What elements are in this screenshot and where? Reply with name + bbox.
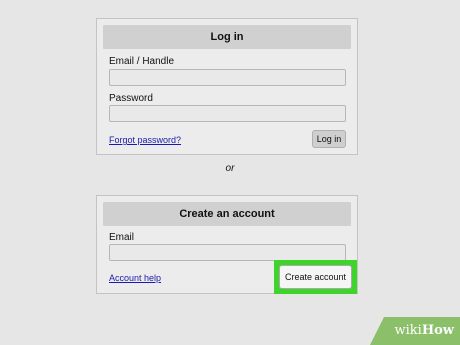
email-handle-input[interactable]	[109, 69, 346, 86]
account-help-link[interactable]: Account help	[109, 272, 161, 284]
wikihow-watermark: wikiHow	[370, 317, 460, 345]
create-account-highlight: Create account	[274, 260, 357, 294]
password-label: Password	[109, 93, 153, 104]
login-panel-title: Log in	[103, 25, 351, 49]
create-account-panel-title: Create an account	[103, 202, 351, 226]
forgot-password-link[interactable]: Forgot password?	[109, 134, 181, 146]
password-input[interactable]	[109, 105, 346, 122]
login-button[interactable]: Log in	[312, 130, 346, 148]
watermark-text: wikiHow	[395, 323, 454, 339]
watermark-wiki-text: wiki	[394, 323, 422, 338]
login-panel: Log in Email / Handle Password Forgot pa…	[96, 18, 358, 155]
create-email-input[interactable]	[109, 244, 346, 261]
watermark-how-text: How	[421, 323, 454, 338]
create-email-label: Email	[109, 232, 135, 243]
create-account-button[interactable]: Create account	[279, 265, 352, 289]
email-handle-label: Email / Handle	[109, 56, 175, 67]
or-separator: or	[225, 163, 235, 174]
